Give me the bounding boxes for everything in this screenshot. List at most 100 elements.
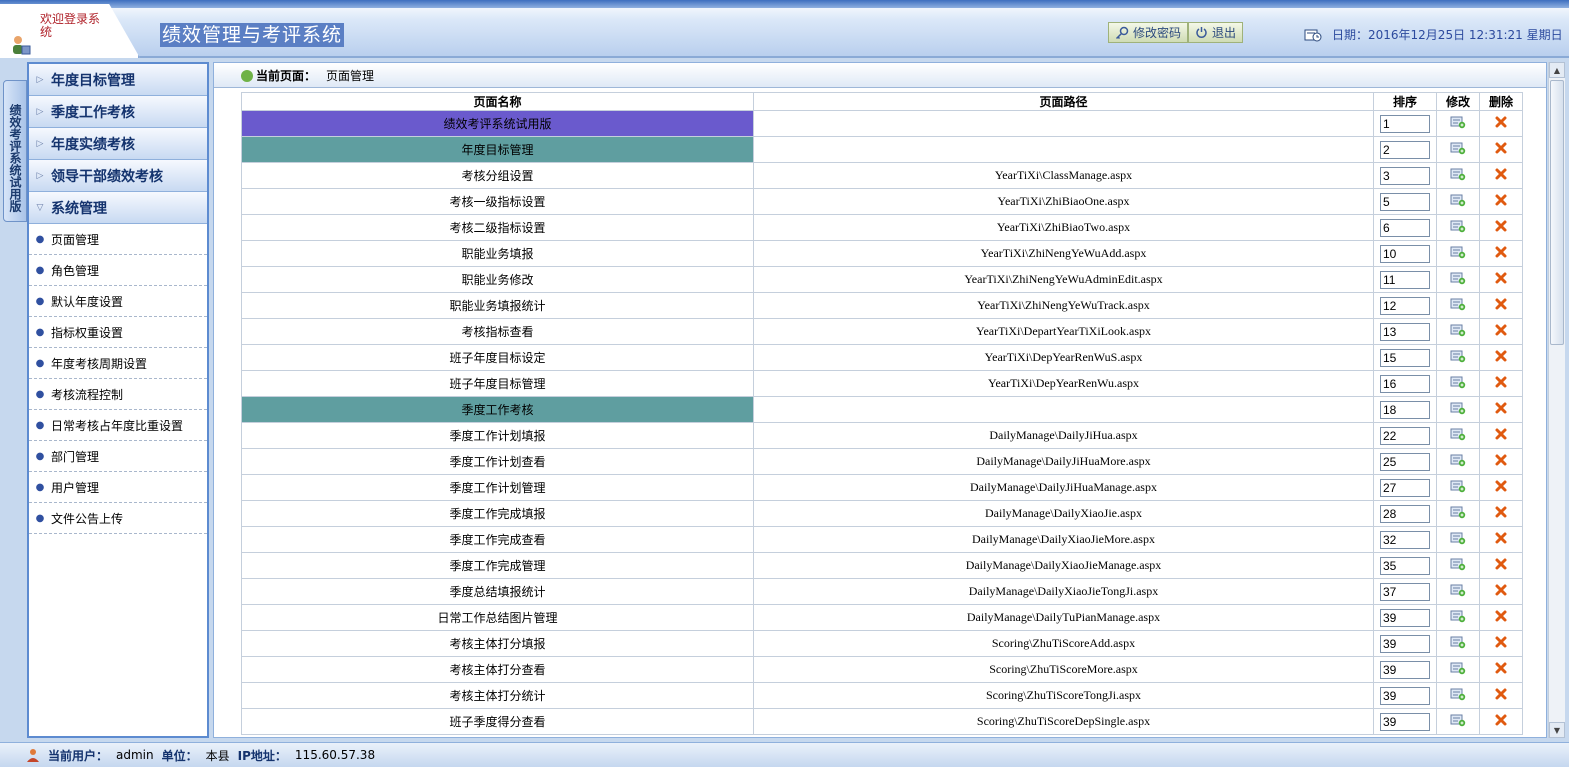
sort-input[interactable] bbox=[1380, 582, 1430, 601]
edit-icon[interactable] bbox=[1450, 401, 1466, 415]
change-password-button[interactable]: 修改密码 bbox=[1108, 22, 1189, 43]
sort-input[interactable] bbox=[1380, 270, 1430, 289]
delete-icon[interactable] bbox=[1494, 609, 1508, 623]
sidebar-item[interactable]: ● 文件公告上传 bbox=[29, 503, 207, 534]
scroll-thumb[interactable] bbox=[1550, 80, 1564, 345]
delete-icon[interactable] bbox=[1494, 661, 1508, 675]
edit-icon[interactable] bbox=[1450, 193, 1466, 207]
edit-icon[interactable] bbox=[1450, 635, 1466, 649]
sort-input[interactable] bbox=[1380, 504, 1430, 523]
delete-icon[interactable] bbox=[1494, 193, 1508, 207]
sidebar-item[interactable]: ● 页面管理 bbox=[29, 224, 207, 255]
delete-icon[interactable] bbox=[1494, 323, 1508, 337]
sort-input[interactable] bbox=[1380, 244, 1430, 263]
sort-input[interactable] bbox=[1380, 218, 1430, 237]
edit-icon[interactable] bbox=[1450, 427, 1466, 441]
edit-icon[interactable] bbox=[1450, 271, 1466, 285]
sidebar-group-annual-performance[interactable]: ▷ 年度实绩考核 bbox=[29, 128, 207, 160]
edit-icon[interactable] bbox=[1450, 609, 1466, 623]
sidebar-item[interactable]: ● 指标权重设置 bbox=[29, 317, 207, 348]
delete-icon[interactable] bbox=[1494, 635, 1508, 649]
edit-cell bbox=[1436, 448, 1480, 475]
sidebar-group-leadership[interactable]: ▷ 领导干部绩效考核 bbox=[29, 160, 207, 192]
edit-icon[interactable] bbox=[1450, 661, 1466, 675]
edit-icon[interactable] bbox=[1450, 479, 1466, 493]
page-name-cell: 考核一级指标设置 bbox=[241, 188, 754, 215]
sort-input[interactable] bbox=[1380, 348, 1430, 367]
delete-icon[interactable] bbox=[1494, 583, 1508, 597]
sort-input[interactable] bbox=[1380, 192, 1430, 211]
sort-input[interactable] bbox=[1380, 712, 1430, 731]
sort-input[interactable] bbox=[1380, 166, 1430, 185]
vertical-scrollbar[interactable]: ▲ ▼ bbox=[1548, 62, 1565, 738]
edit-icon[interactable] bbox=[1450, 349, 1466, 363]
delete-cell bbox=[1479, 422, 1523, 449]
table-row: 职能业务填报统计 YearTiXi\ZhiNengYeWuTrack.aspx bbox=[241, 292, 1523, 319]
sidebar-item[interactable]: ● 日常考核占年度比重设置 bbox=[29, 410, 207, 441]
delete-icon[interactable] bbox=[1494, 297, 1508, 311]
delete-icon[interactable] bbox=[1494, 271, 1508, 285]
sidebar-group-annual-goals[interactable]: ▷ 年度目标管理 bbox=[29, 64, 207, 96]
edit-icon[interactable] bbox=[1450, 583, 1466, 597]
sort-input[interactable] bbox=[1380, 296, 1430, 315]
edit-icon[interactable] bbox=[1450, 453, 1466, 467]
sidebar-group-quarterly[interactable]: ▷ 季度工作考核 bbox=[29, 96, 207, 128]
delete-icon[interactable] bbox=[1494, 557, 1508, 571]
sort-input[interactable] bbox=[1380, 530, 1430, 549]
sidebar-item[interactable]: ● 默认年度设置 bbox=[29, 286, 207, 317]
sort-input[interactable] bbox=[1380, 608, 1430, 627]
sidebar-item[interactable]: ● 用户管理 bbox=[29, 472, 207, 503]
sidebar-item[interactable]: ● 角色管理 bbox=[29, 255, 207, 286]
delete-icon[interactable] bbox=[1494, 687, 1508, 701]
edit-icon[interactable] bbox=[1450, 167, 1466, 181]
sort-input[interactable] bbox=[1380, 660, 1430, 679]
delete-icon[interactable] bbox=[1494, 427, 1508, 441]
sort-input[interactable] bbox=[1380, 140, 1430, 159]
sort-input[interactable] bbox=[1380, 114, 1430, 133]
delete-icon[interactable] bbox=[1494, 115, 1508, 129]
sort-input[interactable] bbox=[1380, 556, 1430, 575]
delete-icon[interactable] bbox=[1494, 713, 1508, 727]
sort-input[interactable] bbox=[1380, 634, 1430, 653]
edit-icon[interactable] bbox=[1450, 375, 1466, 389]
sidebar-item[interactable]: ● 考核流程控制 bbox=[29, 379, 207, 410]
edit-icon[interactable] bbox=[1450, 115, 1466, 129]
delete-icon[interactable] bbox=[1494, 479, 1508, 493]
delete-icon[interactable] bbox=[1494, 219, 1508, 233]
delete-icon[interactable] bbox=[1494, 141, 1508, 155]
chevron-right-icon: ▷ bbox=[36, 170, 44, 181]
logout-button[interactable]: 退出 bbox=[1188, 22, 1244, 43]
sort-input[interactable] bbox=[1380, 322, 1430, 341]
sidebar-item[interactable]: ● 部门管理 bbox=[29, 441, 207, 472]
sort-input[interactable] bbox=[1380, 400, 1430, 419]
sort-input[interactable] bbox=[1380, 374, 1430, 393]
delete-icon[interactable] bbox=[1494, 375, 1508, 389]
edit-icon[interactable] bbox=[1450, 141, 1466, 155]
delete-icon[interactable] bbox=[1494, 245, 1508, 259]
sidebar-item[interactable]: ● 年度考核周期设置 bbox=[29, 348, 207, 379]
edit-icon[interactable] bbox=[1450, 323, 1466, 337]
edit-icon[interactable] bbox=[1450, 245, 1466, 259]
sort-cell bbox=[1373, 578, 1437, 605]
edit-icon[interactable] bbox=[1450, 297, 1466, 311]
delete-icon[interactable] bbox=[1494, 453, 1508, 467]
delete-icon[interactable] bbox=[1494, 167, 1508, 181]
edit-icon[interactable] bbox=[1450, 713, 1466, 727]
sort-input[interactable] bbox=[1380, 478, 1430, 497]
edit-icon[interactable] bbox=[1450, 531, 1466, 545]
delete-icon[interactable] bbox=[1494, 505, 1508, 519]
scroll-down-button[interactable]: ▼ bbox=[1549, 722, 1565, 738]
sidebar-group-system[interactable]: ▽ 系统管理 bbox=[29, 192, 207, 224]
delete-icon[interactable] bbox=[1494, 349, 1508, 363]
edit-icon[interactable] bbox=[1450, 557, 1466, 571]
edit-icon[interactable] bbox=[1450, 687, 1466, 701]
sort-input[interactable] bbox=[1380, 426, 1430, 445]
delete-icon[interactable] bbox=[1494, 531, 1508, 545]
sort-input[interactable] bbox=[1380, 686, 1430, 705]
delete-icon[interactable] bbox=[1494, 401, 1508, 415]
edit-icon[interactable] bbox=[1450, 505, 1466, 519]
scroll-up-button[interactable]: ▲ bbox=[1549, 62, 1565, 78]
edit-icon[interactable] bbox=[1450, 219, 1466, 233]
sort-input[interactable] bbox=[1380, 452, 1430, 471]
vertical-system-tab[interactable]: 绩效考评系统试用版 bbox=[3, 80, 27, 222]
